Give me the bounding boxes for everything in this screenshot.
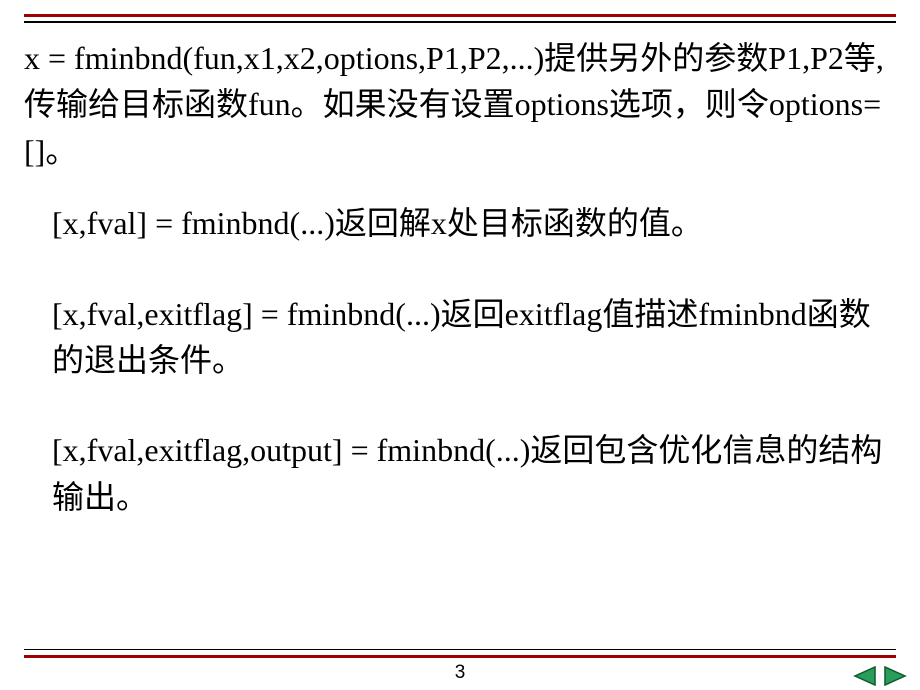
- bottom-divider-red: [24, 655, 896, 658]
- paragraph-2: [x,fval] = fminbnd(...)返回解x处目标函数的值。: [24, 200, 896, 246]
- triangle-right-icon: [883, 666, 907, 686]
- page-number: 3: [0, 662, 920, 684]
- prev-button[interactable]: [852, 665, 878, 687]
- paragraph-4: [x,fval,exitflag,output] = fminbnd(...)返…: [24, 427, 896, 520]
- top-divider-red: [24, 14, 896, 17]
- triangle-left-icon: [853, 666, 877, 686]
- bottom-divider-black: [24, 649, 896, 651]
- paragraph-1: x = fminbnd(fun,x1,x2,options,P1,P2,...)…: [24, 35, 896, 174]
- top-divider-black: [24, 21, 896, 23]
- next-button[interactable]: [882, 665, 908, 687]
- paragraph-3: [x,fval,exitflag] = fminbnd(...)返回exitfl…: [24, 291, 896, 384]
- slide-content: x = fminbnd(fun,x1,x2,options,P1,P2,...)…: [24, 35, 896, 520]
- nav-buttons: [852, 665, 908, 687]
